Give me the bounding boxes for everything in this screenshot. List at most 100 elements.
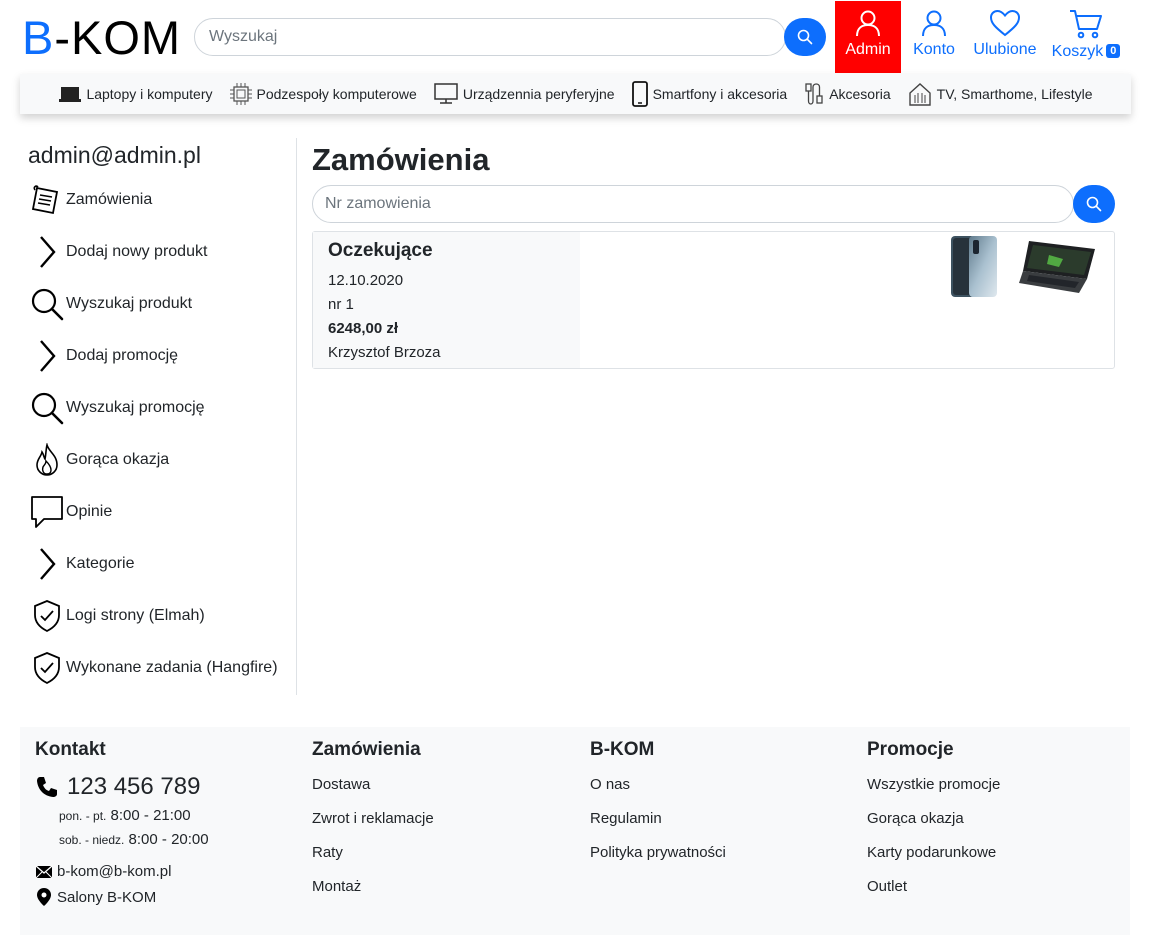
sidebar-item-hot-deal[interactable]: Gorąca okazja [28,440,169,480]
admin-sidebar: admin@admin.pl Zamówienia Dodaj nowy pro… [20,138,297,695]
footer-hours-weekend: sob. - niedz. 8:00 - 20:00 [59,831,209,848]
category-label: Akcesoria [829,86,891,102]
sidebar-item-orders[interactable]: Zamówienia [28,180,152,220]
category-smarthome[interactable]: TV, Smarthome, Lifestyle [907,81,1093,107]
sidebar-item-search-promotion[interactable]: Wyszukaj promocję [28,388,205,428]
footer-link-all-promotions[interactable]: Wszystkie promocje [867,776,1000,793]
sidebar-item-reviews[interactable]: Opinie [28,492,112,532]
sidebar-item-label: Opinie [66,503,113,520]
category-nav: Laptopy i komputery Podzespoły komputero… [20,74,1131,114]
footer-contact-heading: Kontakt [35,739,106,760]
footer-link-installments[interactable]: Raty [312,844,343,861]
sidebar-item-label: Wyszukaj promocję [66,399,205,416]
hours-weekend-days: sob. - niedz. [59,833,125,847]
footer-link-about[interactable]: O nas [590,776,630,793]
admin-button[interactable]: Admin [835,1,901,73]
category-label: Urządzennia peryferyjne [462,86,615,102]
sidebar-item-label: Dodaj promocję [66,347,179,364]
logo-text: -KOM [54,11,182,64]
order-search-bar [312,185,1115,223]
order-total: 6248,00 zł [328,320,399,337]
flame-icon [28,440,66,480]
hours-weekend-time: 8:00 - 20:00 [128,831,209,848]
footer-link-delivery[interactable]: Dostawa [312,776,370,793]
footer-email-address: b-kom@b-kom.pl [57,863,172,880]
envelope-icon [35,865,53,878]
order-info: Oczekujące 12.10.2020 nr 1 6248,00 zł Kr… [313,232,580,368]
order-search-button[interactable] [1073,185,1115,223]
laptop-icon [59,87,82,102]
cart-count-badge: 0 [1106,44,1121,58]
sidebar-item-search-product[interactable]: Wyszukaj produkt [28,284,192,324]
search-input[interactable] [194,18,786,56]
map-pin-icon [37,888,51,906]
cart-icon [1070,10,1102,39]
order-customer: Krzysztof Brzoza [328,344,441,361]
category-laptops[interactable]: Laptopy i komputery [58,84,213,104]
footer-stores[interactable]: Salony B-KOM [35,887,156,907]
footer-link-assembly[interactable]: Montaż [312,878,361,895]
smartphone-image [951,236,997,297]
user-icon [856,10,880,37]
sidebar-item-elmah-logs[interactable]: Logi strony (Elmah) [28,596,205,636]
sidebar-item-label: Wykonane zadania (Hangfire) [66,659,278,676]
sidebar-item-hangfire-jobs[interactable]: Wykonane zadania (Hangfire) [28,648,278,688]
sidebar-item-add-product[interactable]: Dodaj nowy produkt [28,232,207,272]
cpu-icon [229,83,252,105]
smartphone-icon [631,81,648,107]
footer-promotions-heading: Promocje [867,739,954,760]
hours-weekday-time: 8:00 - 21:00 [110,807,191,824]
footer-link-returns[interactable]: Zwrot i reklamacje [312,810,434,827]
cart-label-wrap: Koszyk 0 [1052,43,1121,61]
search-icon [28,388,66,428]
favorites-button[interactable]: Ulubione [968,1,1042,73]
favorites-label: Ulubione [973,41,1037,58]
footer-link-hot-deal[interactable]: Gorąca okazja [867,810,964,827]
chevron-right-icon [28,544,66,584]
sidebar-item-label: Wyszukaj produkt [66,295,193,312]
smarthome-icon [908,83,931,106]
sidebar-item-label: Dodaj nowy produkt [66,243,208,260]
category-smartphones[interactable]: Smartfony i akcesoria [631,81,788,107]
order-card[interactable]: Oczekujące 12.10.2020 nr 1 6248,00 zł Kr… [312,231,1115,369]
footer-link-privacy[interactable]: Polityka prywatności [590,844,726,861]
chevron-right-icon [28,232,66,272]
footer-link-gift-cards[interactable]: Karty podarunkowe [867,844,996,861]
monitor-icon [434,83,458,104]
sidebar-item-add-promotion[interactable]: Dodaj promocję [28,336,178,376]
cart-button[interactable]: Koszyk 0 [1048,1,1124,73]
shield-check-icon [28,648,66,688]
user-icon [922,10,946,37]
sidebar-item-label: Logi strony (Elmah) [66,607,205,624]
category-label: TV, Smarthome, Lifestyle [936,86,1093,102]
category-label: Smartfony i akcesoria [652,86,788,102]
heart-icon [989,9,1021,37]
admin-label: Admin [845,41,891,58]
footer-company-heading: B-KOM [590,739,655,760]
footer: Kontakt 123 456 789 pon. - pt. 8:00 - 21… [20,727,1130,935]
laptop-image [1019,241,1095,293]
sidebar-item-categories[interactable]: Kategorie [28,544,135,584]
sidebar-item-label: Gorąca okazja [66,451,170,468]
account-button[interactable]: Konto [905,1,963,73]
search-bar [194,18,828,58]
search-icon [28,284,66,324]
search-button[interactable] [784,18,826,56]
footer-hours-weekday: pon. - pt. 8:00 - 21:00 [59,807,191,824]
shield-check-icon [28,596,66,636]
category-components[interactable]: Podzespoły komputerowe [229,82,417,106]
category-peripherals[interactable]: Urządzennia peryferyjne [433,82,615,106]
logo-letter: B [22,11,55,64]
footer-link-outlet[interactable]: Outlet [867,878,907,895]
category-label: Podzespoły komputerowe [256,86,417,102]
cable-icon [805,83,823,105]
footer-email[interactable]: b-kom@b-kom.pl [35,863,171,880]
category-accessories[interactable]: Akcesoria [803,81,891,107]
logo[interactable]: B-KOM [22,10,181,66]
footer-link-terms[interactable]: Regulamin [590,810,662,827]
footer-orders-heading: Zamówienia [312,739,421,760]
order-status: Oczekujące [328,240,433,261]
chevron-right-icon [28,336,66,376]
footer-phone[interactable]: 123 456 789 [35,773,200,801]
order-number-input[interactable] [312,185,1074,223]
